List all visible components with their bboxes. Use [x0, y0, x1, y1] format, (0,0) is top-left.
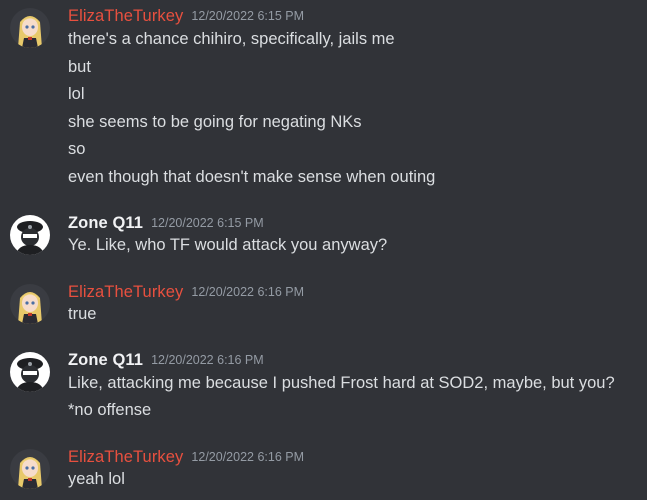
message-text: true: [68, 305, 97, 323]
anime-girl-avatar-icon: [10, 449, 50, 489]
message-group: ElizaTheTurkey 12/20/2022 6:16 PM true: [0, 281, 647, 331]
masked-figure-avatar-icon: [10, 215, 50, 255]
message-header: ElizaTheTurkey 12/20/2022 6:15 PM: [68, 5, 304, 27]
avatar-zone-q11[interactable]: [10, 215, 50, 255]
username[interactable]: ElizaTheTurkey: [68, 448, 183, 466]
timestamp: 12/20/2022 6:15 PM: [151, 216, 264, 230]
message-text: even though that doesn't make sense when…: [68, 168, 436, 186]
username[interactable]: ElizaTheTurkey: [68, 7, 183, 25]
message-group: Zone Q11 12/20/2022 6:16 PM Like, attacki…: [0, 349, 647, 424]
message-text: she seems to be going for negating NKs: [68, 113, 362, 131]
username[interactable]: ElizaTheTurkey: [68, 283, 183, 301]
message-text: *no offense: [68, 401, 152, 419]
avatar-elizatheturkey[interactable]: [10, 449, 50, 489]
message-header: ElizaTheTurkey 12/20/2022 6:16 PM: [68, 446, 304, 468]
anime-girl-avatar-icon: [10, 8, 50, 48]
message-text: Ye. Like, who TF would attack you anyway…: [68, 236, 388, 254]
timestamp: 12/20/2022 6:16 PM: [151, 353, 264, 367]
message-group: Zone Q11 12/20/2022 6:15 PM Ye. Like, who…: [0, 212, 647, 262]
username[interactable]: Zone Q11: [68, 214, 143, 232]
timestamp: 12/20/2022 6:16 PM: [191, 450, 305, 464]
message-text: Like, attacking me because I pushed Fros…: [68, 374, 615, 392]
avatar-zone-q11[interactable]: [10, 352, 50, 392]
message-group: ElizaTheTurkey 12/20/2022 6:16 PM yeah lo…: [0, 446, 647, 500]
chat-message-list: ElizaTheTurkey 12/20/2022 6:15 PM there's…: [0, 0, 647, 500]
message-text: there's a chance chihiro, specifically, …: [68, 30, 395, 48]
message-text: so: [68, 140, 86, 158]
timestamp: 12/20/2022 6:16 PM: [191, 285, 305, 299]
message-header: Zone Q11 12/20/2022 6:16 PM: [68, 349, 264, 371]
anime-girl-avatar-icon: [10, 284, 50, 324]
timestamp: 12/20/2022 6:15 PM: [191, 9, 305, 23]
message-text: yeah lol: [68, 470, 125, 488]
message-header: Zone Q11 12/20/2022 6:15 PM: [68, 212, 264, 234]
message-group: ElizaTheTurkey 12/20/2022 6:15 PM there's…: [0, 5, 647, 190]
message-text: but: [68, 58, 91, 76]
username[interactable]: Zone Q11: [68, 351, 143, 369]
avatar-elizatheturkey[interactable]: [10, 284, 50, 324]
message-text: lol: [68, 85, 85, 103]
message-header: ElizaTheTurkey 12/20/2022 6:16 PM: [68, 281, 304, 303]
masked-figure-avatar-icon: [10, 352, 50, 392]
avatar-elizatheturkey[interactable]: [10, 8, 50, 48]
